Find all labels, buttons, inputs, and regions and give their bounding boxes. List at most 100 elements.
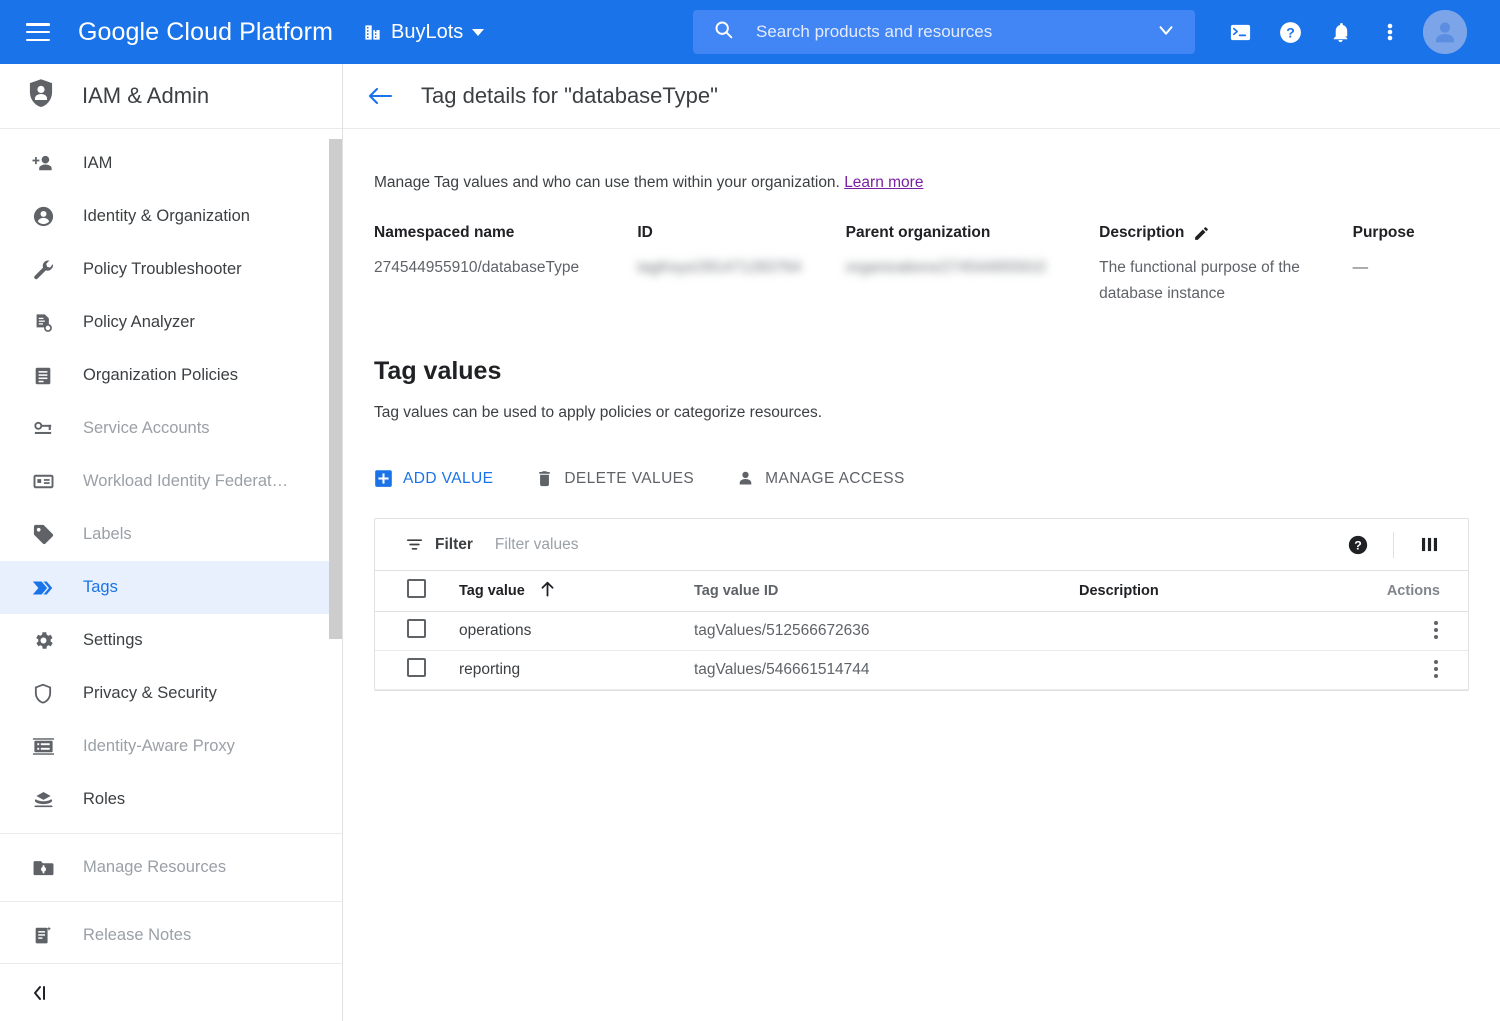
column-settings-icon[interactable] (1406, 534, 1452, 555)
project-name: BuyLots (391, 20, 464, 43)
action-toolbar: ADD VALUE DELETE VALUES MANAGE ACCESS (374, 469, 1500, 488)
meta-value-redacted: tagKeys/281471283764 (637, 259, 802, 276)
id-card-icon (31, 470, 55, 494)
row-description (1079, 611, 1372, 651)
filter-input[interactable] (494, 535, 1335, 554)
add-box-icon (374, 469, 393, 488)
manage-access-button[interactable]: MANAGE ACCESS (736, 469, 905, 488)
intro-text: Manage Tag values and who can use them w… (374, 174, 1500, 192)
sidebar-item-identity-organization[interactable]: Identity & Organization (0, 190, 342, 243)
sidebar-item-roles[interactable]: Roles (0, 773, 342, 826)
collapse-panel-icon[interactable] (30, 983, 54, 1003)
table-row[interactable]: reporting tagValues/546661514744 (375, 650, 1468, 690)
row-actions (1372, 611, 1468, 651)
meta-label: Purpose (1352, 224, 1415, 241)
checkbox-unchecked-icon[interactable] (407, 657, 426, 677)
header-tag-value-id[interactable]: Tag value ID (694, 571, 1079, 612)
checkbox-unchecked-icon[interactable] (407, 579, 426, 599)
meta-label: Parent organization (845, 224, 991, 241)
meta-value: — (1352, 259, 1369, 276)
toolbar-divider (1393, 531, 1394, 558)
sidebar-item-workload-identity-federation[interactable]: Workload Identity Federat… (0, 455, 342, 508)
hamburger-icon[interactable] (26, 23, 50, 41)
roles-hat-icon (31, 788, 55, 812)
sidebar-item-identity-aware-proxy[interactable]: Identity-Aware Proxy (0, 720, 342, 773)
iam-shield-person-icon (26, 78, 56, 115)
arrow-back-icon[interactable] (367, 85, 393, 107)
meta-parent-organization: Parent organization organizations/274544… (846, 224, 1100, 307)
sidebar-item-labels[interactable]: Labels (0, 508, 342, 561)
sidebar-item-iam[interactable]: IAM (0, 137, 342, 190)
table-row[interactable]: operations tagValues/512566672636 (375, 611, 1468, 651)
shield-icon (31, 682, 55, 706)
header-description[interactable]: Description (1079, 571, 1372, 612)
sidebar-item-label: Organization Policies (83, 366, 238, 384)
sidebar-item-organization-policies[interactable]: Organization Policies (0, 349, 342, 402)
sidebar-footer (0, 963, 342, 1021)
edit-pencil-icon[interactable] (1193, 225, 1210, 242)
more-vert-icon[interactable] (1434, 660, 1438, 679)
filter-list-icon[interactable] (405, 535, 424, 554)
sidebar: IAM & Admin IAM Identity & Organization … (0, 64, 343, 1021)
policy-document-icon (31, 311, 55, 335)
meta-value-redacted: organizations/274544955910 (845, 259, 1046, 276)
row-tag-value: reporting (459, 650, 694, 690)
top-bar-icons: ? (1215, 0, 1467, 64)
meta-purpose: Purpose — (1353, 224, 1500, 307)
main-body: Manage Tag values and who can use them w… (343, 174, 1500, 691)
project-selector[interactable]: BuyLots (363, 20, 485, 44)
table-header-row: Tag value Tag value ID Description Actio… (375, 571, 1468, 612)
page-title: Tag details for "databaseType" (421, 83, 718, 108)
person-add-icon (31, 152, 55, 176)
sidebar-item-release-notes[interactable]: Release Notes (0, 909, 342, 962)
search-input[interactable] (756, 22, 1155, 42)
help-filled-icon[interactable]: ? (1335, 534, 1381, 556)
more-vert-icon[interactable] (1434, 621, 1438, 640)
row-checkbox-cell (375, 650, 459, 690)
tags-chevron-icon (31, 576, 55, 600)
sidebar-item-label: Settings (83, 631, 143, 649)
sidebar-item-label: Manage Resources (83, 858, 227, 876)
sidebar-item-label: Labels (83, 525, 132, 543)
arrow-up-icon (540, 581, 555, 601)
row-tag-value-id: tagValues/546661514744 (694, 650, 1079, 690)
meta-label: Namespaced name (374, 224, 515, 241)
sidebar-header-title: IAM & Admin (82, 83, 210, 108)
cloud-shell-icon[interactable] (1215, 0, 1265, 64)
filter-label: Filter (435, 535, 473, 553)
sidebar-item-manage-resources[interactable]: Manage Resources (0, 841, 342, 894)
sidebar-item-policy-analyzer[interactable]: Policy Analyzer (0, 296, 342, 349)
checkbox-unchecked-icon[interactable] (407, 618, 426, 638)
sidebar-scrollbar[interactable] (329, 139, 342, 639)
sidebar-item-label: Tags (83, 578, 118, 596)
building-icon (363, 23, 382, 42)
sidebar-item-label: Workload Identity Federat… (83, 472, 289, 490)
brand-title: Google Cloud Platform (78, 17, 334, 46)
header-tag-value[interactable]: Tag value (459, 571, 694, 612)
sidebar-item-privacy-security[interactable]: Privacy & Security (0, 667, 342, 720)
table-body: operations tagValues/512566672636 report… (375, 611, 1468, 690)
sidebar-item-settings[interactable]: Settings (0, 614, 342, 667)
more-vert-icon[interactable] (1365, 0, 1415, 64)
help-icon[interactable]: ? (1265, 0, 1315, 64)
sidebar-item-tags[interactable]: Tags (0, 561, 342, 614)
sidebar-item-policy-troubleshooter[interactable]: Policy Troubleshooter (0, 243, 342, 296)
table-head: Tag value Tag value ID Description Actio… (375, 571, 1468, 612)
add-value-button[interactable]: ADD VALUE (374, 469, 493, 488)
avatar[interactable] (1423, 10, 1467, 54)
sidebar-divider (0, 833, 342, 834)
delete-values-button[interactable]: DELETE VALUES (535, 469, 694, 488)
search-bar[interactable] (693, 10, 1195, 54)
sidebar-header: IAM & Admin (0, 64, 342, 129)
chevron-down-icon[interactable] (1155, 19, 1177, 46)
notifications-icon[interactable] (1315, 0, 1365, 64)
meta-description: Description The functional purpose of th… (1099, 224, 1353, 307)
sidebar-scroll-area: IAM Identity & Organization Policy Troub… (0, 129, 342, 963)
row-tag-value: operations (459, 611, 694, 651)
sidebar-item-label: Release Notes (83, 926, 192, 944)
learn-more-link[interactable]: Learn more (844, 174, 923, 191)
row-description (1079, 650, 1372, 690)
label-tag-icon (31, 523, 55, 547)
sidebar-item-service-accounts[interactable]: Service Accounts (0, 402, 342, 455)
tag-values-table: Tag value Tag value ID Description Actio… (375, 571, 1468, 690)
